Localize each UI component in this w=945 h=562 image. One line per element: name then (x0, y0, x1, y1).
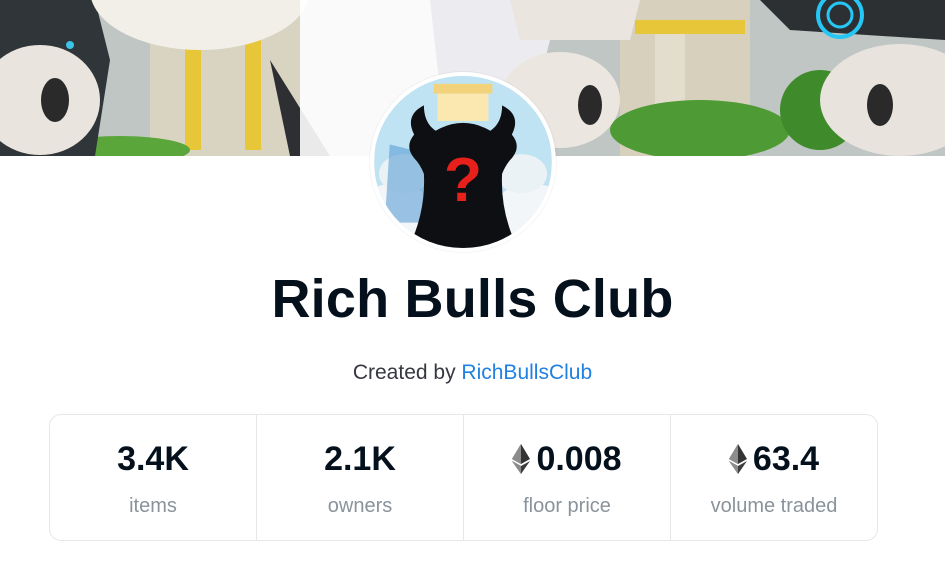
stat-label: items (129, 495, 177, 517)
collection-stats: 3.4K items 2.1K owners 0.008 floor price… (49, 414, 878, 541)
stat-value: 0.008 (512, 437, 622, 481)
owners-count: 2.1K (324, 439, 396, 478)
floor-price-value: 0.008 (536, 439, 622, 478)
stat-owners[interactable]: 2.1K owners (257, 415, 464, 540)
ethereum-icon (728, 444, 747, 474)
stat-floor-price[interactable]: 0.008 floor price (464, 415, 671, 540)
collection-avatar[interactable]: ? (370, 72, 556, 252)
stat-label: owners (327, 495, 393, 517)
svg-text:?: ? (444, 145, 482, 215)
stat-items[interactable]: 3.4K items (50, 415, 257, 540)
stat-label: floor price (523, 495, 611, 517)
ethereum-icon (512, 444, 531, 474)
stat-label: volume traded (710, 495, 838, 517)
collection-page: ? Rich Bulls Club Created by RichBullsCl… (0, 0, 945, 562)
stat-value: 3.4K (117, 437, 189, 481)
stat-volume-traded[interactable]: 63.4 volume traded (671, 415, 877, 540)
bull-silhouette-image: ? (374, 76, 552, 248)
stat-value: 63.4 (728, 437, 820, 481)
volume-traded-value: 63.4 (752, 439, 820, 478)
stat-value: 2.1K (324, 437, 396, 481)
created-by-label: Created by (352, 361, 456, 384)
collection-title: Rich Bulls Club (271, 269, 674, 329)
items-count: 3.4K (117, 439, 189, 478)
creator-link[interactable]: RichBullsClub (461, 361, 592, 384)
creator-line: Created by RichBullsClub (0, 361, 945, 385)
